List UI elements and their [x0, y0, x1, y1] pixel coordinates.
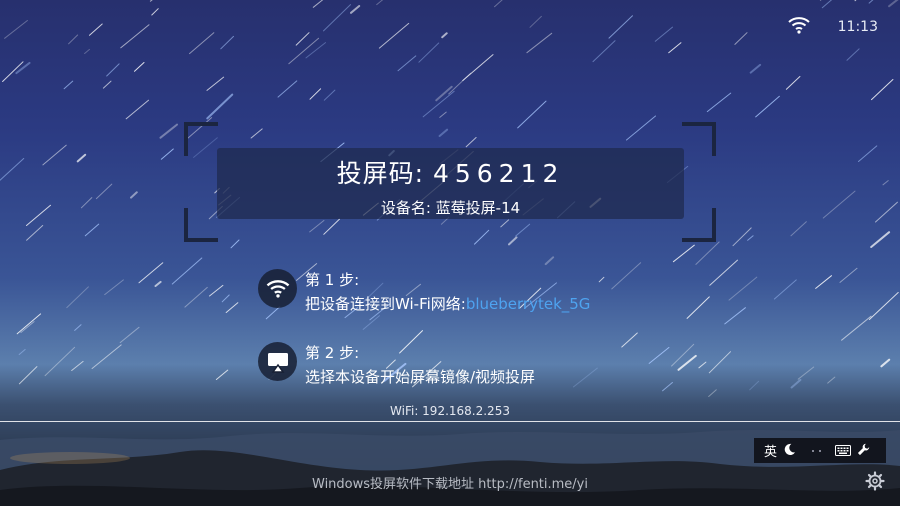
moon-icon[interactable] — [783, 441, 796, 460]
frame-corner-top-right — [682, 122, 716, 156]
mountain-silhouette — [0, 430, 900, 506]
pairing-code-panel: 投屏码: 456212 设备名: 蓝莓投屏-14 — [217, 148, 684, 219]
frame-corner-bottom-left — [184, 208, 218, 242]
pairing-code-label: 投屏码: — [336, 159, 425, 188]
step-1-text: 第 1 步: 把设备连接到Wi-Fi网络:blueberrytek_5G — [305, 268, 590, 316]
keyboard-icon[interactable] — [835, 441, 852, 460]
status-bar: 11:13 — [787, 16, 878, 38]
step-2: 第 2 步: 选择本设备开始屏幕镜像/视频投屏 — [258, 341, 535, 389]
download-link-footer: Windows投屏软件下载地址 http://fenti.me/yi — [312, 477, 588, 492]
ime-language-toggle[interactable]: 英 — [764, 441, 777, 460]
frame-corner-bottom-right — [682, 208, 716, 242]
wifi-icon — [258, 269, 297, 308]
wifi-icon — [787, 16, 810, 38]
gear-icon[interactable] — [865, 471, 885, 495]
device-name-label: 设备名: — [380, 199, 431, 217]
clock: 11:13 — [837, 19, 878, 35]
wifi-network-name: blueberrytek_5G — [465, 295, 591, 313]
divider — [0, 421, 900, 422]
step-1: 第 1 步: 把设备连接到Wi-Fi网络:blueberrytek_5G — [258, 268, 590, 316]
ime-separator — [812, 449, 822, 452]
step-1-title: 第 1 步: — [305, 271, 360, 289]
step-2-text: 第 2 步: 选择本设备开始屏幕镜像/视频投屏 — [305, 341, 535, 389]
frame-corner-top-left — [184, 122, 218, 156]
step-2-title: 第 2 步: — [305, 344, 360, 362]
device-name-row: 设备名: 蓝莓投屏-14 — [217, 197, 684, 218]
pairing-code-value: 456212 — [432, 159, 565, 188]
step-2-instruction: 选择本设备开始屏幕镜像/视频投屏 — [305, 368, 536, 386]
step-1-instruction: 把设备连接到Wi-Fi网络:blueberrytek_5G — [305, 292, 590, 316]
wifi-ip-address: WiFi: 192.168.2.253 — [390, 404, 510, 418]
airplay-icon — [258, 342, 297, 381]
input-method-bar[interactable]: 英 — [754, 438, 886, 463]
pairing-code-row: 投屏码: 456212 — [217, 154, 684, 190]
step-1-body: 把设备连接到Wi-Fi网络: — [305, 295, 466, 313]
device-name-value: 蓝莓投屏-14 — [435, 199, 521, 217]
wrench-icon[interactable] — [857, 441, 870, 460]
